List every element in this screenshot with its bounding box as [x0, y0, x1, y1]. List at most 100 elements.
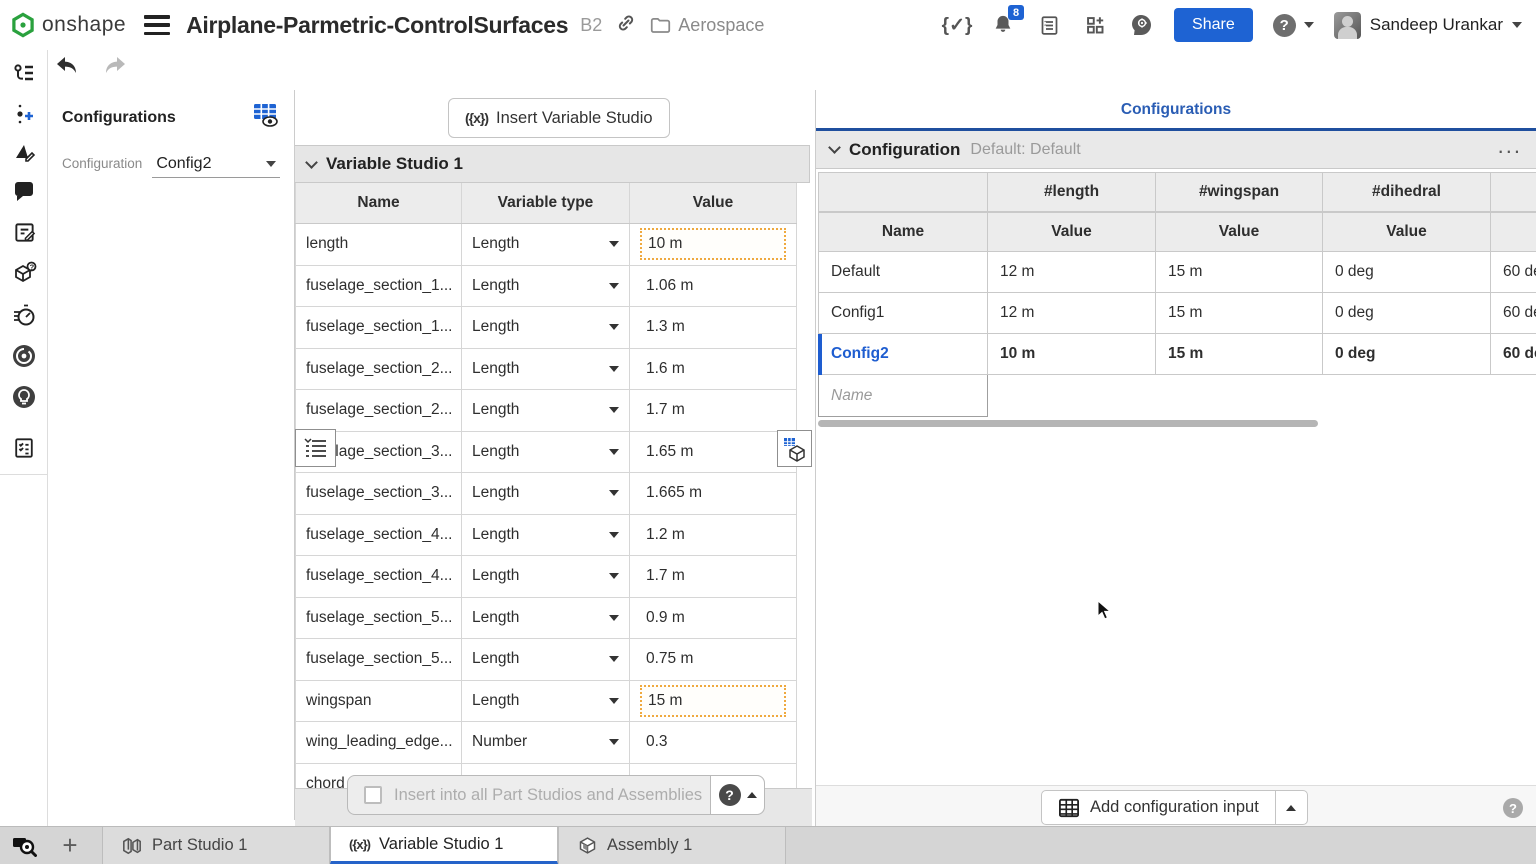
- share-button[interactable]: Share: [1174, 8, 1253, 42]
- configuration-name-cell[interactable]: Config2: [818, 334, 988, 375]
- variable-type-select[interactable]: Length: [462, 473, 630, 514]
- variable-value[interactable]: 1.3 m: [640, 311, 786, 343]
- ai-advisor-icon[interactable]: [11, 343, 37, 369]
- add-tab-button[interactable]: +: [48, 827, 92, 864]
- variable-value[interactable]: 1.665 m: [640, 477, 786, 509]
- tab-variable-studio-1[interactable]: ({x}) Variable Studio 1: [330, 827, 558, 864]
- tab-part-studio-1[interactable]: Part Studio 1: [102, 827, 330, 864]
- configuration-value-cell[interactable]: 0 deg: [1323, 252, 1491, 293]
- link-icon[interactable]: [616, 13, 636, 38]
- variable-value[interactable]: 1.65 m: [640, 436, 786, 468]
- configuration-value-cell[interactable]: 15 m: [1156, 293, 1323, 334]
- variable-value-cell[interactable]: 1.2 m: [630, 515, 797, 556]
- variable-value-highlighted[interactable]: 10 m: [640, 228, 786, 260]
- config-header-length[interactable]: #length: [988, 172, 1156, 212]
- horizontal-scrollbar[interactable]: [818, 420, 1318, 427]
- variable-value[interactable]: 1.06 m: [640, 270, 786, 302]
- variable-type-select[interactable]: Length: [462, 307, 630, 348]
- document-menu-icon[interactable]: [144, 15, 170, 35]
- insert-variable-studio-button[interactable]: ({x}) Insert Variable Studio: [448, 98, 670, 138]
- configurations-panel-tab[interactable]: Configurations: [816, 90, 1536, 128]
- configuration-value-cell[interactable]: 12 m: [988, 293, 1156, 334]
- user-menu[interactable]: Sandeep Urankar: [1334, 12, 1522, 39]
- variable-name-cell[interactable]: wing_leading_edge...: [295, 722, 462, 763]
- configuration-value-cell[interactable]: 15 m: [1156, 334, 1323, 375]
- add-configuration-dropdown[interactable]: [1275, 791, 1307, 824]
- variable-value-cell[interactable]: 1.06 m: [630, 266, 797, 307]
- variable-name-cell[interactable]: fuselage_section_3...: [295, 473, 462, 514]
- variable-type-select[interactable]: Length: [462, 349, 630, 390]
- variable-value-cell[interactable]: 1.7 m: [630, 390, 797, 431]
- performance-icon[interactable]: [11, 302, 37, 328]
- variable-value[interactable]: 0.3: [640, 726, 786, 758]
- variable-type-select[interactable]: Length: [462, 556, 630, 597]
- configuration-section-header[interactable]: Configuration Default: Default ...: [816, 131, 1536, 169]
- variable-studio-section-header[interactable]: Variable Studio 1: [295, 145, 810, 183]
- variable-value-highlighted[interactable]: 15 m: [640, 685, 786, 717]
- variable-name-cell[interactable]: fuselage_section_5...: [295, 639, 462, 680]
- featurescript-icon[interactable]: {✓}: [944, 12, 970, 38]
- configuration-value-cell[interactable]: 0 deg: [1323, 334, 1491, 375]
- variable-value-cell[interactable]: 1.6 m: [630, 349, 797, 390]
- checklist-icon[interactable]: [11, 435, 37, 461]
- variable-value-cell[interactable]: 1.65 m: [630, 432, 797, 473]
- variable-value-cell[interactable]: 10 m: [630, 224, 797, 265]
- variable-name-cell[interactable]: length: [295, 224, 462, 265]
- configuration-value-cell[interactable]: 15 m: [1156, 252, 1323, 293]
- config-table-visibility-icon[interactable]: [252, 102, 280, 133]
- version-label[interactable]: B2: [580, 15, 602, 36]
- help-icon[interactable]: ?: [1503, 798, 1523, 818]
- variable-type-select[interactable]: Length: [462, 224, 630, 265]
- notifications-bell-icon[interactable]: 8: [990, 12, 1016, 38]
- configuration-value-cell[interactable]: 12 m: [988, 252, 1156, 293]
- configuration-row[interactable]: Config112 m15 m0 deg60 deg: [818, 293, 1536, 334]
- variable-type-select[interactable]: Length: [462, 681, 630, 722]
- footer-help-button[interactable]: ?: [710, 776, 764, 814]
- appearance-editor-icon[interactable]: [11, 140, 37, 166]
- config-header-dihedral[interactable]: #dihedral: [1323, 172, 1491, 212]
- onshape-logo[interactable]: onshape: [0, 12, 126, 38]
- variable-value[interactable]: 0.9 m: [640, 602, 786, 634]
- insert-item-icon[interactable]: [11, 101, 37, 127]
- variable-name-cell[interactable]: fuselage_section_4...: [295, 556, 462, 597]
- variable-name-cell[interactable]: fuselage_section_1...: [295, 307, 462, 348]
- configuration-value-cell[interactable]: 60 deg: [1491, 293, 1536, 334]
- tasks-icon[interactable]: [1036, 12, 1062, 38]
- new-configuration-name-input[interactable]: Name: [818, 375, 988, 417]
- configuration-name-cell[interactable]: Default: [818, 252, 988, 293]
- variable-value-cell[interactable]: 0.9 m: [630, 598, 797, 639]
- variable-name-cell[interactable]: fuselage_section_2...: [295, 349, 462, 390]
- apps-store-icon[interactable]: [1082, 12, 1108, 38]
- variable-value[interactable]: 1.2 m: [640, 519, 786, 551]
- undo-button[interactable]: [55, 55, 79, 82]
- variable-value[interactable]: 1.7 m: [640, 560, 786, 592]
- notes-icon[interactable]: [11, 219, 37, 245]
- document-title[interactable]: Airplane-Parmetric-ControlSurfaces: [186, 12, 568, 39]
- add-configuration-input-button[interactable]: Add configuration input: [1041, 790, 1308, 825]
- overflow-menu-icon[interactable]: ...: [1498, 141, 1522, 159]
- configuration-value-cell[interactable]: 60 deg: [1491, 334, 1536, 375]
- configuration-select[interactable]: Config2: [152, 155, 280, 178]
- variable-value-cell[interactable]: 0.75 m: [630, 639, 797, 680]
- variable-value-cell[interactable]: 15 m: [630, 681, 797, 722]
- variable-type-select[interactable]: Length: [462, 598, 630, 639]
- variable-type-select[interactable]: Length: [462, 639, 630, 680]
- comments-icon[interactable]: [11, 179, 37, 205]
- redo-button[interactable]: [103, 55, 127, 82]
- tab-assembly-1[interactable]: Assembly 1: [558, 827, 786, 864]
- search-tabs-button[interactable]: [0, 827, 48, 864]
- help-menu[interactable]: ?: [1273, 14, 1314, 37]
- variable-name-cell[interactable]: fuselage_section_5...: [295, 598, 462, 639]
- variable-value-cell[interactable]: 1.665 m: [630, 473, 797, 514]
- variable-type-select[interactable]: Length: [462, 266, 630, 307]
- configuration-row[interactable]: Config210 m15 m0 deg60 deg: [818, 334, 1536, 375]
- insert-all-checkbox[interactable]: [364, 786, 382, 804]
- variable-type-select[interactable]: Number: [462, 722, 630, 763]
- variable-name-cell[interactable]: fuselage_section_4...: [295, 515, 462, 556]
- configuration-value-cell[interactable]: 0 deg: [1323, 293, 1491, 334]
- folder-breadcrumb[interactable]: Aerospace: [650, 15, 764, 36]
- variable-name-cell[interactable]: wingspan: [295, 681, 462, 722]
- learning-center-icon[interactable]: [1128, 12, 1154, 38]
- feature-list-toggle-button[interactable]: [295, 429, 336, 467]
- part-help-icon[interactable]: ?: [11, 260, 37, 286]
